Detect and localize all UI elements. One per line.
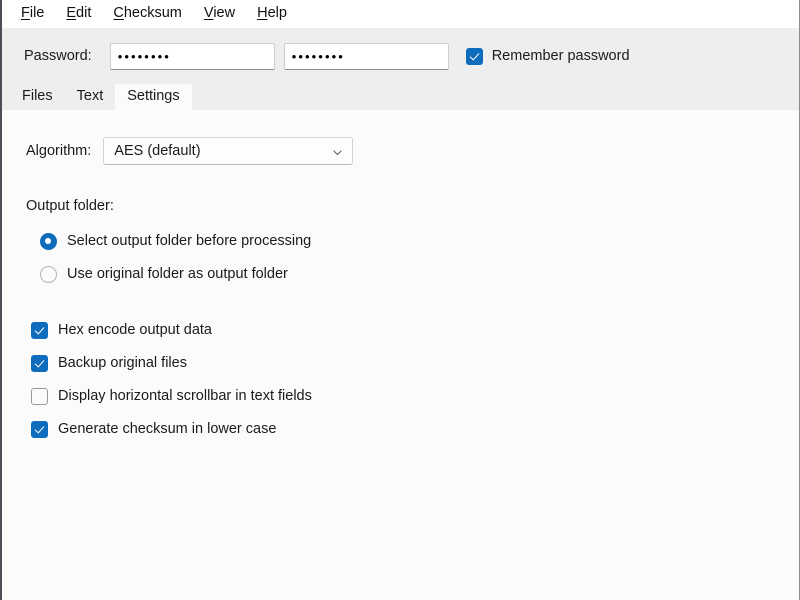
options-checkbox-group: Hex encode output data Backup original f… — [26, 320, 799, 439]
radio-selected-icon — [40, 232, 57, 250]
tab-files-label: Files — [22, 88, 53, 105]
password-input[interactable] — [109, 42, 275, 70]
algorithm-selected-value: AES (default) — [114, 143, 201, 159]
remember-password-checkbox[interactable]: Remember password — [465, 47, 630, 65]
menu-item-checksum[interactable]: Checksum — [102, 3, 193, 25]
menu-item-checksum-mnemonic: C — [113, 5, 124, 22]
tab-strip: Files Text Settings — [2, 84, 799, 110]
menu-item-file-rest: ile — [29, 5, 45, 22]
radio-use-original-folder-label: Use original folder as output folder — [67, 266, 288, 282]
password-bar: Password: Remember password — [2, 28, 799, 84]
tab-settings[interactable]: Settings — [115, 84, 192, 110]
empty-checkbox-icon — [31, 387, 48, 405]
menu-item-help[interactable]: Help — [246, 3, 298, 25]
chevron-down-icon — [332, 146, 343, 157]
menu-item-file[interactable]: File — [10, 3, 55, 25]
checkbox-backup-original-files-label: Backup original files — [58, 355, 187, 371]
settings-panel: Algorithm: AES (default) Output folder: … — [2, 110, 799, 600]
checkmark-icon — [465, 47, 483, 65]
output-folder-radio-group: Select output folder before processing U… — [26, 227, 799, 288]
radio-select-output-folder-label: Select output folder before processing — [67, 233, 312, 249]
app-window: File Edit Checksum View Help Password: R… — [0, 0, 800, 600]
menu-bar: File Edit Checksum View Help — [2, 0, 799, 28]
password-label: Password: — [24, 48, 92, 64]
tab-settings-label: Settings — [127, 88, 180, 105]
menu-item-view-mnemonic: V — [203, 5, 214, 22]
menu-item-file-mnemonic: F — [21, 5, 30, 22]
checkbox-hex-encode-output-data-label: Hex encode output data — [58, 322, 212, 338]
menu-item-edit-mnemonic: E — [66, 5, 77, 22]
password-confirm-input[interactable] — [283, 42, 449, 70]
tab-files[interactable]: Files — [10, 84, 65, 110]
checkmark-icon — [31, 420, 48, 438]
checkmark-icon — [31, 321, 48, 339]
algorithm-select[interactable]: AES (default) — [103, 137, 354, 165]
checkbox-hex-encode-output-data[interactable]: Hex encode output data — [31, 320, 799, 340]
menu-item-view[interactable]: View — [193, 3, 246, 25]
radio-use-original-folder[interactable]: Use original folder as output folder — [40, 260, 799, 288]
checkbox-generate-checksum-lower-case[interactable]: Generate checksum in lower case — [31, 419, 799, 439]
tab-text-label: Text — [76, 88, 104, 105]
menu-item-view-rest: iew — [213, 5, 236, 22]
checkbox-generate-checksum-lower-case-label: Generate checksum in lower case — [58, 421, 277, 437]
checkbox-backup-original-files[interactable]: Backup original files — [31, 353, 799, 373]
menu-item-edit-rest: dit — [76, 5, 92, 22]
output-folder-title: Output folder: — [26, 198, 114, 214]
menu-item-checksum-rest: hecksum — [123, 5, 182, 22]
radio-unselected-icon — [40, 265, 57, 283]
menu-item-help-mnemonic: H — [257, 5, 268, 22]
checkbox-display-horizontal-scrollbar[interactable]: Display horizontal scrollbar in text fie… — [31, 386, 799, 406]
algorithm-row: Algorithm: AES (default) — [26, 137, 799, 165]
checkbox-display-horizontal-scrollbar-label: Display horizontal scrollbar in text fie… — [58, 388, 312, 404]
radio-select-output-folder[interactable]: Select output folder before processing — [40, 227, 799, 255]
remember-password-label: Remember password — [491, 48, 630, 64]
tab-text[interactable]: Text — [65, 84, 116, 110]
checkmark-icon — [31, 354, 48, 372]
menu-item-help-rest: elp — [267, 5, 287, 22]
algorithm-label: Algorithm: — [26, 143, 92, 159]
menu-item-edit[interactable]: Edit — [55, 3, 102, 25]
